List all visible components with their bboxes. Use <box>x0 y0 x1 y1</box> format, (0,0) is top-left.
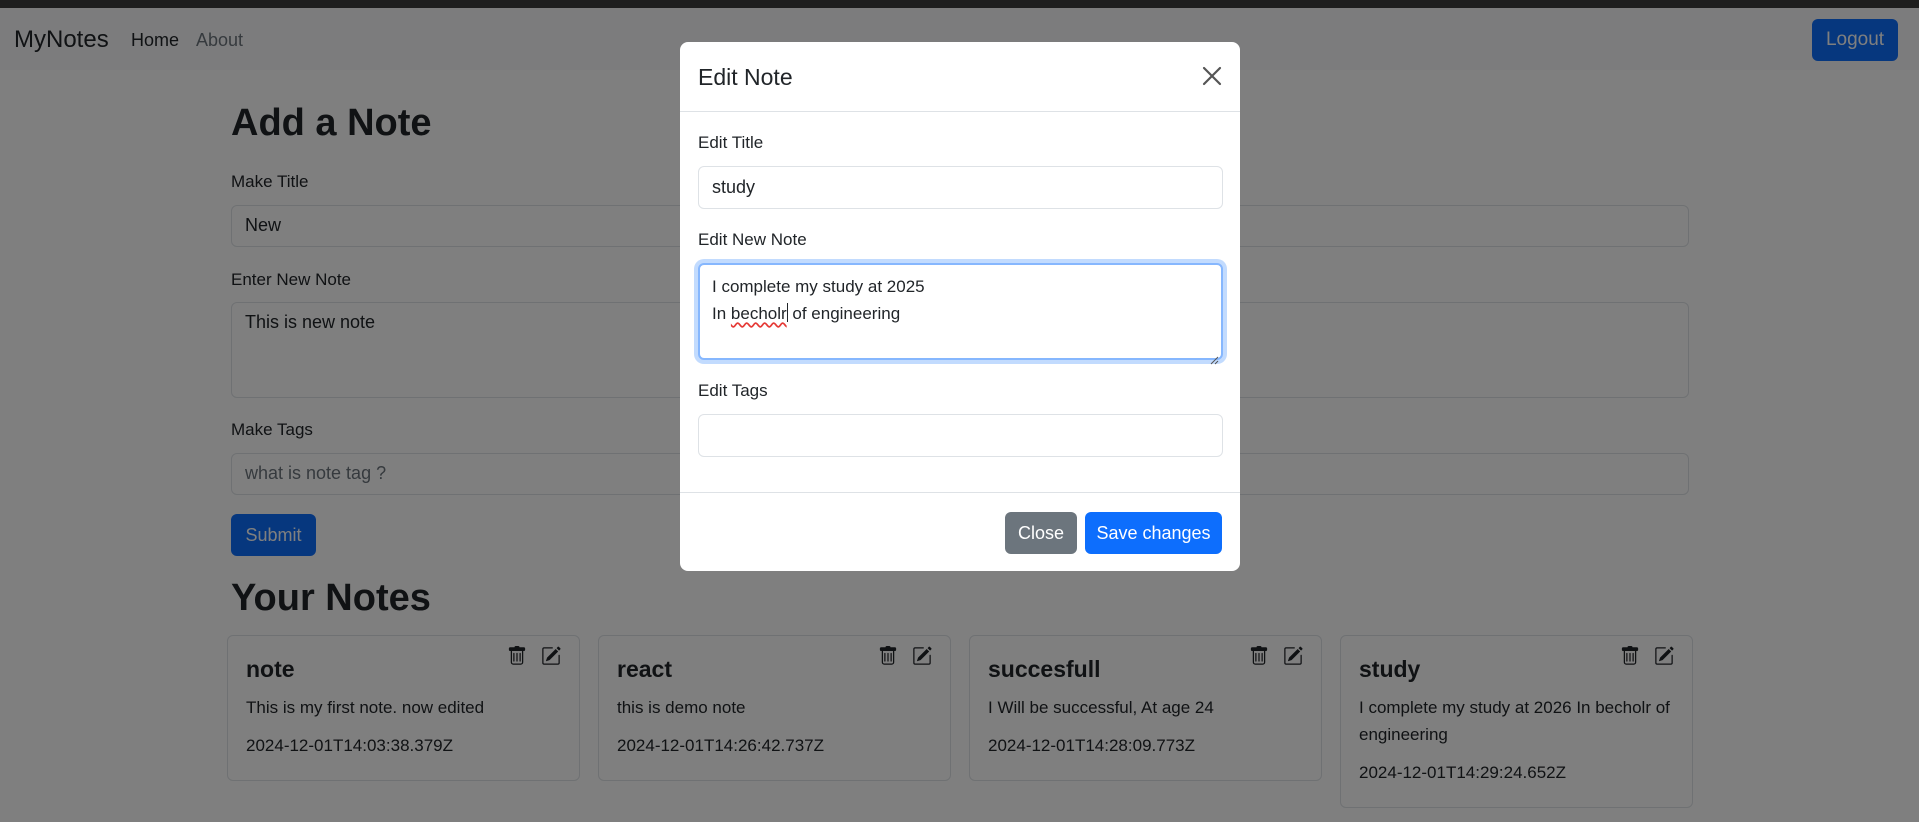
edit-note-modal: Edit Note Edit Title study Edit New Note… <box>680 42 1240 571</box>
edit-note-line-2-suffix: of engineering <box>787 304 901 323</box>
edit-note-line-1: I complete my study at 2025 <box>712 277 925 296</box>
edit-tags-label: Edit Tags <box>698 381 768 400</box>
edit-title-input[interactable]: study <box>698 166 1223 209</box>
misspelled-word: becholr <box>730 304 787 323</box>
edit-tags-input[interactable] <box>698 414 1223 457</box>
close-button[interactable]: Close <box>1005 512 1077 554</box>
edit-note-line-2-prefix: In <box>712 304 731 323</box>
resize-handle-icon[interactable] <box>1209 346 1219 365</box>
modal-title: Edit Note <box>698 64 793 90</box>
modal-footer: Close Save changes <box>680 492 1240 571</box>
save-changes-button[interactable]: Save changes <box>1085 512 1222 554</box>
close-icon[interactable] <box>1200 64 1224 88</box>
edit-note-label: Edit New Note <box>698 230 807 249</box>
edit-note-textarea[interactable]: I complete my study at 2025 In becholr o… <box>698 263 1223 365</box>
modal-header: Edit Note <box>680 42 1240 112</box>
edit-note-line-2: In becholr of engineering <box>712 300 1209 327</box>
edit-title-label: Edit Title <box>698 133 764 152</box>
